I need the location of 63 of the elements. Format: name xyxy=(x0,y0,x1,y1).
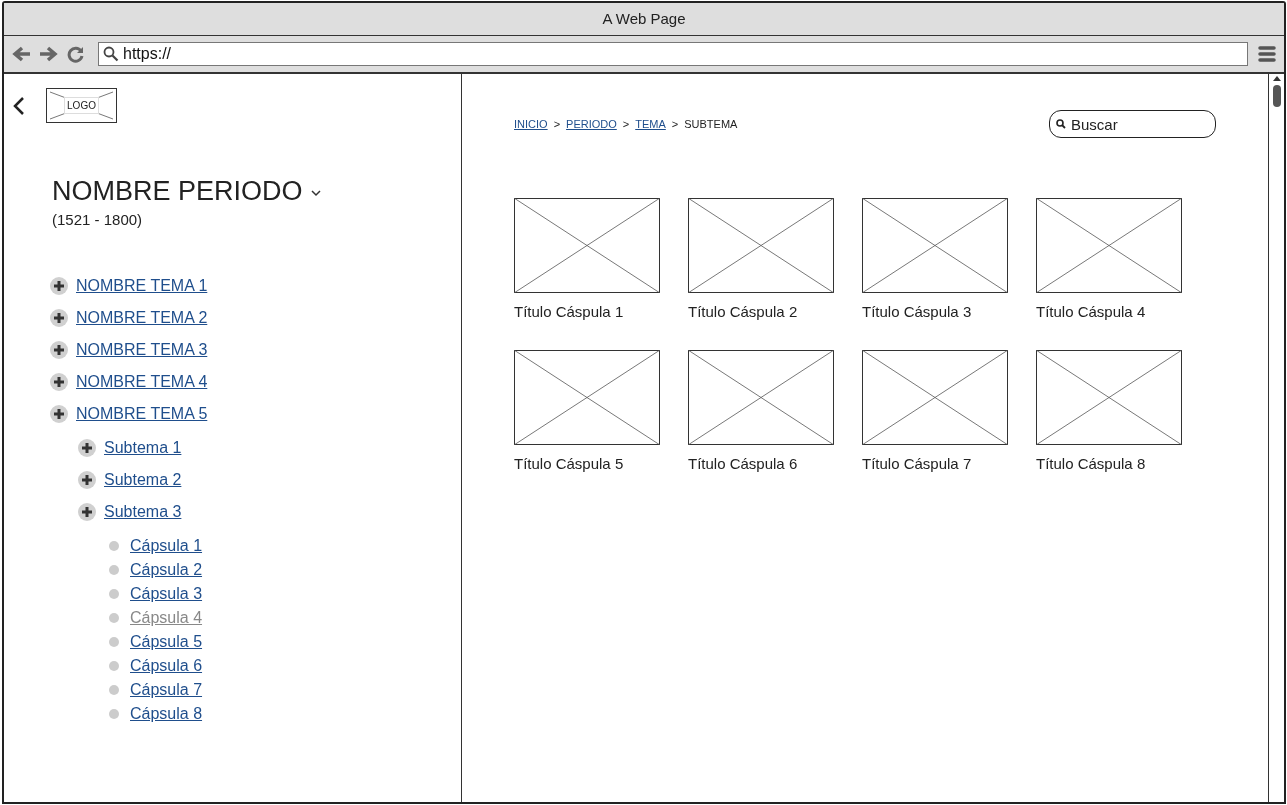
topic-link[interactable]: Subtema 1 xyxy=(104,435,182,460)
search-icon xyxy=(103,46,119,62)
breadcrumb-link[interactable]: INICIO xyxy=(514,116,548,133)
card-title[interactable]: Título Cáspula 8 xyxy=(1036,452,1182,475)
scroll-thumb[interactable] xyxy=(1272,85,1281,107)
back-chevron-icon[interactable] xyxy=(12,95,26,116)
breadcrumb-separator: > xyxy=(671,117,679,132)
bullet-icon xyxy=(109,708,119,719)
plus-icon[interactable] xyxy=(50,372,68,391)
capsule-link[interactable]: Cápsula 7 xyxy=(130,677,203,702)
card-title[interactable]: Título Cáspula 1 xyxy=(514,301,660,324)
period-title: NOMBRE PERIODO xyxy=(52,175,303,207)
capsule-link[interactable]: Cápsula 3 xyxy=(130,581,203,606)
bullet-icon xyxy=(109,540,119,551)
bullet-icon xyxy=(109,564,119,575)
bullet-icon xyxy=(109,612,119,623)
breadcrumb-separator: > xyxy=(553,117,561,132)
window-title: A Web Page xyxy=(602,8,686,29)
topic-link[interactable]: Subtema 3 xyxy=(104,499,182,524)
topic-link[interactable]: NOMBRE TEMA 1 xyxy=(76,273,208,298)
bullet-icon xyxy=(109,636,119,647)
chevron-down-icon[interactable] xyxy=(310,189,321,197)
menu-icon[interactable] xyxy=(1258,45,1276,63)
search-field[interactable]: Buscar xyxy=(1049,110,1216,138)
plus-icon[interactable] xyxy=(78,502,96,521)
capsule-link[interactable]: Cápsula 8 xyxy=(130,701,203,726)
card-title[interactable]: Título Cáspula 3 xyxy=(862,301,1008,324)
card-title[interactable]: Título Cáspula 5 xyxy=(514,452,660,475)
topic-link[interactable]: Subtema 2 xyxy=(104,467,182,492)
topic-link[interactable]: NOMBRE TEMA 3 xyxy=(76,337,208,362)
plus-icon[interactable] xyxy=(78,438,96,457)
plus-icon[interactable] xyxy=(78,470,96,489)
plus-icon[interactable] xyxy=(50,276,68,295)
capsule-link[interactable]: Cápsula 1 xyxy=(130,533,203,558)
breadcrumb-separator: > xyxy=(622,117,630,132)
bullet-icon xyxy=(109,660,119,671)
topic-link[interactable]: NOMBRE TEMA 2 xyxy=(76,305,208,330)
back-arrow-icon[interactable] xyxy=(12,45,32,63)
plus-icon[interactable] xyxy=(50,308,68,327)
card-title[interactable]: Título Cáspula 6 xyxy=(688,452,834,475)
scroll-up-icon[interactable] xyxy=(1272,76,1281,81)
forward-arrow-icon[interactable] xyxy=(38,45,58,63)
plus-icon[interactable] xyxy=(50,340,68,359)
topic-link[interactable]: NOMBRE TEMA 5 xyxy=(76,401,208,426)
card-title[interactable]: Título Cáspula 4 xyxy=(1036,301,1182,324)
bullet-icon xyxy=(109,684,119,695)
bullet-icon xyxy=(109,588,119,599)
card-title[interactable]: Título Cáspula 2 xyxy=(688,301,834,324)
breadcrumb-current: SUBTEMA xyxy=(684,117,738,132)
plus-icon[interactable] xyxy=(50,404,68,423)
url-text: https:// xyxy=(123,44,172,64)
card-title[interactable]: Título Cáspula 7 xyxy=(862,452,1008,475)
capsule-link[interactable]: Cápsula 5 xyxy=(130,629,203,654)
topic-link[interactable]: NOMBRE TEMA 4 xyxy=(76,369,208,394)
capsule-link[interactable]: Cápsula 6 xyxy=(130,653,203,678)
logo-text: LOGO xyxy=(64,97,99,114)
reload-icon[interactable] xyxy=(66,45,86,63)
period-range: (1521 - 1800) xyxy=(51,210,143,230)
breadcrumb-link[interactable]: TEMA xyxy=(635,116,666,133)
address-field[interactable]: https:// xyxy=(98,42,1248,66)
capsule-link[interactable]: Cápsula 2 xyxy=(130,557,203,582)
search-icon xyxy=(1056,119,1066,129)
breadcrumb-link[interactable]: PERIODO xyxy=(566,116,617,133)
